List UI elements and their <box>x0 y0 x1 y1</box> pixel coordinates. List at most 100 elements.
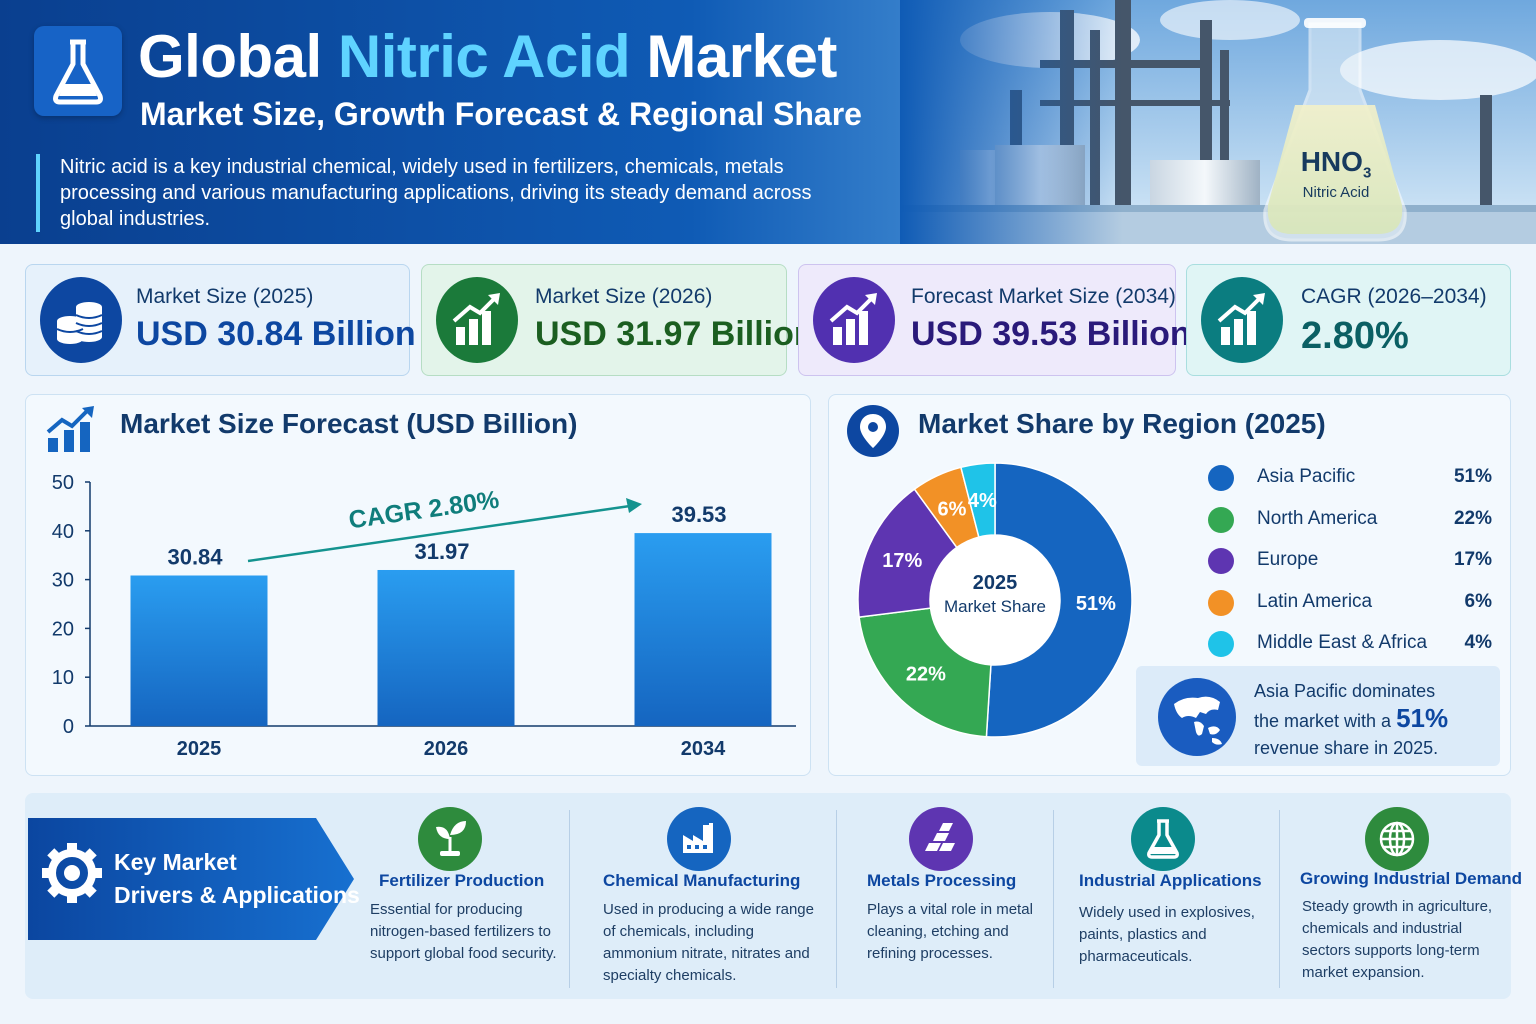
metal-bars-icon <box>909 807 973 871</box>
y-tick-label: 0 <box>63 716 74 738</box>
divider <box>836 810 837 988</box>
driver-title: Chemical Manufacturing <box>603 871 801 890</box>
kpi-value: USD 31.97 Billion <box>535 315 815 353</box>
y-tick-label: 20 <box>52 618 74 640</box>
kpi-label: Forecast Market Size (2034) <box>911 285 1176 308</box>
legend-value: 6% <box>1464 591 1492 612</box>
coins-icon <box>40 277 122 363</box>
legend-label: Europe <box>1257 549 1319 570</box>
donut-center-label: 2025 Market Share <box>943 572 1047 616</box>
kpi-label: Market Size (2026) <box>535 285 713 308</box>
driver-title: Fertilizer Production <box>379 871 545 890</box>
driver-description: Essential for producing nitrogen-based f… <box>370 901 557 962</box>
driver-chemical-manufacturing: Chemical Manufacturing Used in producing… <box>603 805 818 995</box>
slice-label: 4% <box>968 490 997 512</box>
kpi-card-forecast-2034: Forecast Market Size (2034) USD 39.53 Bi… <box>798 264 1191 376</box>
bar-value-label: 31.97 <box>414 539 469 564</box>
flask-icon <box>53 39 103 105</box>
world-map-icon <box>1158 678 1236 756</box>
driver-industrial-applications: Industrial Applications Widely used in e… <box>1079 805 1264 995</box>
kpi-value: USD 30.84 Billion <box>136 315 416 353</box>
growth-chart-icon <box>813 277 895 363</box>
legend-swatch <box>1208 631 1234 657</box>
legend-value: 4% <box>1464 632 1492 653</box>
slice-label: 51% <box>1076 593 1116 615</box>
legend-item: Middle East & Africa 4% <box>1208 627 1492 657</box>
legend-label: Middle East & Africa <box>1257 632 1428 653</box>
slice-label: 22% <box>906 664 946 686</box>
legend-value: 51% <box>1453 466 1492 487</box>
driver-title: Industrial Applications <box>1079 871 1262 890</box>
slice-label: 17% <box>882 550 922 572</box>
gear-icon <box>42 843 102 903</box>
x-tick-label: 2026 <box>424 738 469 760</box>
flask-label: HNO3 Nitric Acid <box>1300 146 1372 201</box>
bar-chart: 0102030405030.84202531.97202639.532034CA… <box>52 472 796 760</box>
kpi-card-market-size-2025: Market Size (2025) USD 30.84 Billion <box>25 264 416 376</box>
cagr-arrow-head <box>626 498 642 513</box>
driver-description: Steady growth in agriculture, chemicals … <box>1302 898 1493 981</box>
leaf-sprout-icon <box>418 807 482 871</box>
callout-text: Asia Pacific dominates the market with a… <box>1254 681 1449 758</box>
legend-item: North America 22% <box>1208 503 1492 533</box>
growth-chart-icon <box>436 277 518 363</box>
y-tick-label: 50 <box>52 472 74 494</box>
legend-swatch <box>1208 590 1234 616</box>
legend-label: North America <box>1257 508 1378 529</box>
bar-2034 <box>634 533 772 726</box>
kpi-value: 2.80% <box>1301 315 1409 357</box>
kpi-label: Market Size (2025) <box>136 285 314 308</box>
driver-fertilizer-production: Fertilizer Production Essential for prod… <box>370 805 565 995</box>
factory-icon <box>667 807 731 871</box>
bar-2026 <box>377 569 515 726</box>
bar-value-label: 39.53 <box>671 502 726 527</box>
legend-swatch <box>1208 507 1234 533</box>
legend-item: Europe 17% <box>1208 544 1492 574</box>
insight-callout: Asia Pacific dominates the market with a… <box>1136 666 1500 766</box>
x-tick-label: 2034 <box>681 738 726 760</box>
bar-2025 <box>130 575 268 726</box>
page-title: Global Nitric Acid Market <box>138 23 837 90</box>
kpi-card-cagr: CAGR (2026–2034) 2.80% <box>1186 264 1511 376</box>
divider <box>1279 810 1280 988</box>
slice-label: 6% <box>938 499 967 521</box>
kpi-value: USD 39.53 Billion <box>911 315 1191 353</box>
logo-badge <box>34 26 122 116</box>
driver-metals-processing: Metals Processing Plays a vital role in … <box>866 805 1041 995</box>
y-tick-label: 10 <box>52 667 74 689</box>
drivers-banner-title: Key Market Drivers & Applications <box>114 849 360 908</box>
legend-value: 17% <box>1453 549 1492 570</box>
driver-title: Growing Industrial Demand <box>1300 869 1522 888</box>
legend-label: Latin America <box>1257 591 1373 612</box>
growth-chart-icon <box>46 406 94 452</box>
legend-item: Latin America 6% <box>1208 586 1492 616</box>
driver-growing-industrial-demand: Growing Industrial Demand Steady growth … <box>1300 805 1522 995</box>
bar-chart-title: Market Size Forecast (USD Billion) <box>120 408 578 439</box>
globe-icon <box>1365 807 1429 871</box>
flask-icon <box>1131 807 1195 871</box>
driver-title: Metals Processing <box>867 871 1017 890</box>
legend-item: Asia Pacific 51% <box>1208 461 1492 491</box>
page-subtitle: Market Size, Growth Forecast & Regional … <box>140 96 862 132</box>
driver-description: Plays a vital role in metal cleaning, et… <box>867 901 1033 962</box>
intro-text: Nitric acid is a key industrial chemical… <box>36 154 826 232</box>
divider <box>569 810 570 988</box>
x-tick-label: 2025 <box>177 738 222 760</box>
legend-value: 22% <box>1453 508 1492 529</box>
driver-description: Used in producing a wide range of chemic… <box>603 901 814 984</box>
legend-swatch <box>1208 465 1234 491</box>
refinery-illustration <box>900 0 1536 244</box>
kpi-label: CAGR (2026–2034) <box>1301 285 1487 308</box>
bar-value-label: 30.84 <box>167 545 223 570</box>
growth-chart-icon <box>1201 277 1283 363</box>
kpi-card-market-size-2026: Market Size (2026) USD 31.97 Billion <box>421 264 815 376</box>
pie-chart-title: Market Share by Region (2025) <box>918 408 1326 439</box>
y-tick-label: 40 <box>52 521 74 543</box>
legend-label: Asia Pacific <box>1257 466 1356 487</box>
header-banner: Global Nitric Acid Market Market Size, G… <box>0 0 1536 244</box>
legend-swatch <box>1208 548 1234 574</box>
location-pin-icon <box>847 405 899 457</box>
driver-description: Widely used in explosives, paints, plast… <box>1079 904 1255 965</box>
divider <box>1053 810 1054 988</box>
y-tick-label: 30 <box>52 570 74 592</box>
